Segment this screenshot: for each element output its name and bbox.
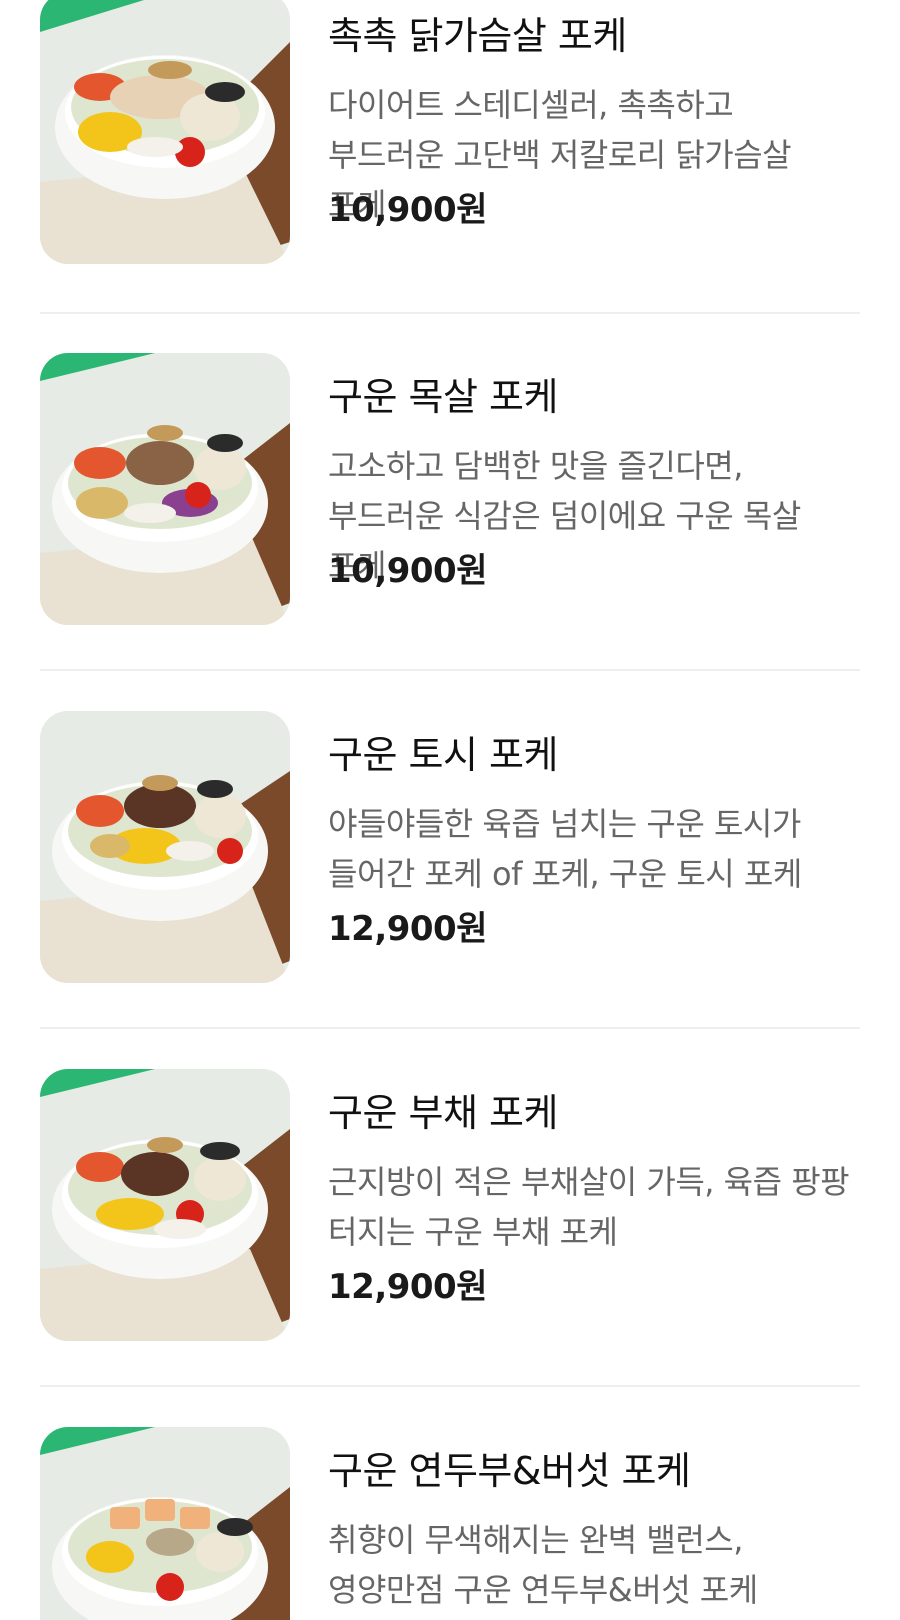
menu-item-description: 야들야들한 육즙 넘치는 구운 토시가 들어간 포케 of 포케, 구운 토시 … [328, 805, 802, 893]
menu-item-pork-neck-poke[interactable]: 구운 목살 포케 고소하고 담백한 맛을 즐긴다면, 부드러운 식감은 덤이에요… [40, 353, 860, 625]
menu-item-description: 취향이 무색해지는 완벽 밸런스, 영양만점 구운 연두부&버섯 포케 [328, 1521, 758, 1609]
divider [40, 1385, 860, 1387]
chicken-breast-poke-image [40, 0, 290, 264]
menu-list: 촉촉 닭가슴살 포케 다이어트 스테디셀러, 촉촉하고 부드러운 고단백 저칼로… [0, 0, 900, 1620]
menu-item-tofu-mushroom-poke[interactable]: 구운 연두부&버섯 포케 취향이 무색해지는 완벽 밸런스, 영양만점 구운 연… [40, 1427, 860, 1620]
menu-item-name: 구운 연두부&버섯 포케 [328, 1449, 691, 1493]
menu-item-name: 구운 부채 포케 [328, 1091, 558, 1135]
menu-item-description: 근지방이 적은 부채살이 가득, 육즙 팡팡 터지는 구운 부채 포케 [328, 1163, 850, 1251]
tofu-mushroom-poke-photo [40, 1427, 290, 1620]
divider [40, 669, 860, 671]
pork-neck-poke-image [40, 353, 290, 625]
menu-item-price: 12,900원 [328, 909, 487, 949]
chicken-breast-poke-photo [40, 0, 290, 264]
menu-item-price: 10,900원 [328, 190, 487, 230]
menu-item-name: 구운 목살 포케 [328, 375, 558, 419]
menu-item-flat-iron-steak-poke[interactable]: 구운 부채 포케 근지방이 적은 부채살이 가득, 육즙 팡팡 터지는 구운 부… [40, 1069, 860, 1341]
menu-item-price: 10,900원 [328, 551, 487, 591]
hanger-steak-poke-image [40, 711, 290, 983]
menu-item-chicken-breast-poke[interactable]: 촉촉 닭가슴살 포케 다이어트 스테디셀러, 촉촉하고 부드러운 고단백 저칼로… [40, 0, 860, 264]
menu-item-name: 구운 토시 포케 [328, 733, 558, 777]
flat-iron-steak-poke-photo [40, 1069, 290, 1341]
menu-item-price: 12,900원 [328, 1267, 487, 1307]
hanger-steak-poke-photo [40, 711, 290, 983]
divider [40, 312, 860, 314]
menu-item-name: 촉촉 닭가슴살 포케 [328, 14, 627, 58]
tofu-mushroom-poke-image [40, 1427, 290, 1620]
pork-neck-poke-photo [40, 353, 290, 625]
menu-item-hanger-steak-poke[interactable]: 구운 토시 포케 야들야들한 육즙 넘치는 구운 토시가 들어간 포케 of 포… [40, 711, 860, 983]
flat-iron-steak-poke-image [40, 1069, 290, 1341]
divider [40, 1027, 860, 1029]
